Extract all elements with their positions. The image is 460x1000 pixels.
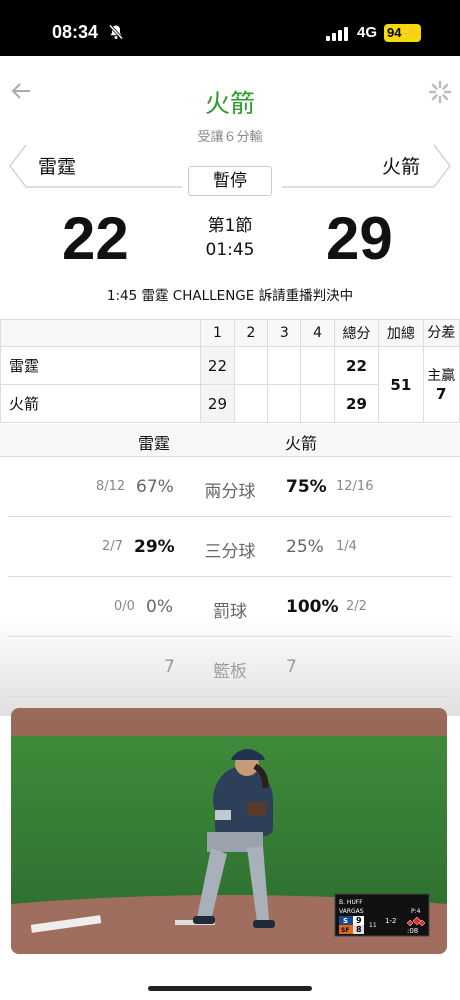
away-frac: 2/7	[102, 539, 123, 554]
aggregate-value: 51	[378, 346, 424, 423]
scorebug-batter: VARGAS	[339, 908, 364, 915]
boxscore-table: 1 2 3 4 總分 加總 分差 雷霆 22 22 51 主贏 7 火箭 29	[0, 319, 460, 423]
row-team-name: 火箭	[0, 384, 202, 423]
boxscore-header-row: 1 2 3 4 總分 加總 分差	[0, 319, 460, 347]
away-frac: 0/0	[114, 599, 135, 614]
diff-value: 7	[436, 384, 447, 403]
stat-row-2pt: 8/12 67% 兩分球 75% 12/16	[8, 457, 452, 517]
scorebug-team1-score: 9	[356, 916, 362, 925]
status-bar: 08:34 4G 94⚡	[0, 0, 460, 56]
row-q3	[267, 346, 302, 385]
away-frac: 8/12	[96, 479, 126, 494]
bell-muted-icon	[108, 24, 124, 44]
header-q2: 2	[233, 319, 269, 347]
row-q2	[233, 384, 269, 423]
status-time: 08:34	[52, 22, 99, 42]
header-diff: 分差	[422, 319, 460, 347]
home-indicator[interactable]	[148, 986, 312, 991]
scorebug-clock: :08	[407, 927, 418, 935]
away-team-tab[interactable]	[6, 142, 182, 190]
game-screen: 火箭 受讓６分輸 雷霆 火箭 暫停 22 29 第1節 01:45 1:45 雷…	[0, 56, 460, 1000]
stats-header: 雷霆 火箭	[0, 424, 460, 457]
header-aggregate: 加總	[378, 319, 424, 347]
game-status: 暫停	[188, 166, 272, 196]
scorebug-pitcher: B. HUFF	[339, 899, 363, 906]
period-clock: 第1節 01:45	[0, 214, 460, 262]
table-row: 雷霆 22 22 51 主贏 7	[0, 346, 460, 423]
home-team-name[interactable]: 火箭	[382, 152, 420, 179]
period-label: 第1節	[207, 216, 253, 236]
scroll-fade	[0, 616, 460, 716]
game-clock: 01:45	[205, 240, 255, 260]
network-type: 4G	[357, 24, 378, 41]
diff-label: 主贏	[427, 367, 456, 384]
stat-row-3pt: 2/7 29% 三分球 25% 1/4	[8, 517, 452, 577]
scorebug-inning: 11	[369, 922, 377, 929]
video-player[interactable]: B. HUFF VARGAS P:4 S 9 SF 8 11 1-2 :08	[11, 708, 447, 954]
stat-label: 兩分球	[204, 482, 256, 502]
row-total: 29	[333, 384, 380, 423]
row-q4	[300, 384, 335, 423]
home-frac: 12/16	[336, 479, 374, 494]
scorebug-team2: SF	[341, 927, 349, 934]
header-total: 總分	[333, 319, 380, 347]
signal-icon	[326, 26, 350, 45]
diff-cell: 主贏 7	[422, 346, 460, 423]
header-q3: 3	[267, 319, 302, 347]
row-q1: 29	[200, 384, 235, 423]
home-frac: 2/2	[346, 599, 367, 614]
team-title: 火箭	[204, 89, 255, 118]
stats-away-team: 雷霆	[138, 434, 171, 453]
boxscore-header-blank	[0, 319, 202, 347]
row-total: 22	[333, 346, 380, 385]
battery-value: 94	[387, 25, 402, 40]
row-q3	[267, 384, 302, 423]
away-pct: 29%	[134, 537, 175, 557]
event-text: 1:45 雷霆 CHALLENGE 訴請重播判決中	[106, 288, 354, 304]
away-pct: 67%	[136, 477, 174, 497]
row-team-name: 雷霆	[0, 346, 202, 385]
stats-home-team: 火箭	[285, 434, 318, 453]
home-team-tab[interactable]	[282, 142, 454, 190]
row-q4	[300, 346, 335, 385]
row-q2	[233, 346, 269, 385]
header-q4: 4	[300, 319, 335, 347]
video-frame: B. HUFF VARGAS P:4 S 9 SF 8 11 1-2 :08	[11, 708, 447, 954]
scorebug-pitch-count: P:4	[411, 908, 421, 915]
scorebug: B. HUFF VARGAS P:4 S 9 SF 8 11 1-2 :08	[334, 893, 430, 937]
scorebug-team1: S	[343, 917, 348, 925]
row-q1: 22	[200, 346, 235, 385]
away-pct: 0%	[146, 597, 173, 617]
scorebug-team2-score: 8	[356, 925, 362, 934]
scorebug-count: 1-2	[385, 917, 396, 925]
battery-level: 94⚡	[384, 24, 421, 42]
header-q1: 1	[200, 319, 235, 347]
stat-label: 三分球	[204, 542, 256, 562]
home-frac: 1/4	[336, 539, 357, 554]
home-pct: 75%	[286, 477, 327, 497]
away-team-name[interactable]: 雷霆	[38, 152, 76, 179]
home-pct: 25%	[286, 537, 324, 557]
home-pct: 100%	[286, 597, 339, 617]
